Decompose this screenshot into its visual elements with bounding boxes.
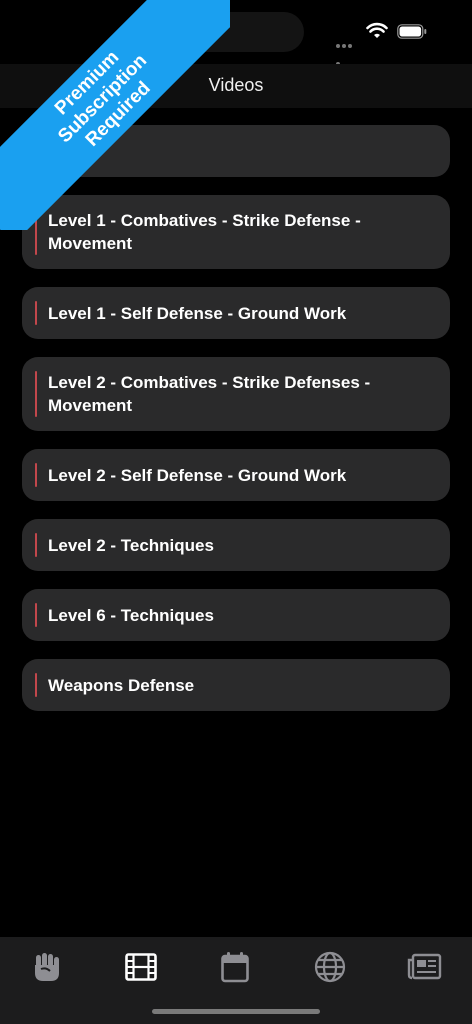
list-item[interactable]: Drills (22, 125, 450, 177)
list-item-label: Weapons Defense (48, 675, 195, 695)
page-title: Videos (208, 75, 264, 95)
list-item-label: Level 2 - Combatives - Strike Defenses -… (48, 373, 371, 415)
dynamic-island (168, 12, 304, 52)
list-item-label: Level 6 - Techniques (48, 605, 214, 625)
accent-bar (35, 371, 37, 417)
signal-icon (336, 35, 358, 66)
accent-bar (35, 533, 37, 557)
tab-calendar[interactable] (205, 947, 265, 987)
accent-bar (35, 603, 37, 627)
tab-fist[interactable] (17, 947, 77, 987)
wifi-icon (366, 22, 388, 38)
tab-news[interactable] (394, 947, 454, 987)
fist-icon (35, 953, 59, 981)
newspaper-icon (407, 953, 442, 980)
list-item-label: Level 2 - Techniques (48, 535, 214, 555)
list-item-label: Level 1 - Combatives - Strike Defense - … (48, 211, 361, 253)
film-icon (125, 953, 157, 981)
home-indicator (152, 1009, 320, 1014)
accent-bar (35, 463, 37, 487)
list-item-label: Drills (48, 141, 91, 161)
list-item[interactable]: Level 2 - Combatives - Strike Defenses -… (22, 357, 450, 431)
calendar-icon (221, 952, 249, 983)
list-item-label: Level 2 - Self Defense - Ground Work (48, 465, 347, 485)
accent-bar (35, 673, 37, 697)
video-category-list: Drills Level 1 - Combatives - Strike Def… (22, 125, 450, 729)
status-bar (0, 0, 472, 66)
globe-icon (314, 951, 346, 983)
list-item[interactable]: Level 2 - Techniques (22, 519, 450, 571)
accent-bar (35, 209, 37, 255)
battery-icon (397, 24, 427, 39)
list-item[interactable]: Level 1 - Self Defense - Ground Work (22, 287, 450, 339)
accent-bar (35, 301, 37, 325)
tab-globe[interactable] (300, 947, 360, 987)
navigation-bar: Videos (0, 64, 472, 108)
list-item-label: Level 1 - Self Defense - Ground Work (48, 303, 347, 323)
list-item[interactable]: Weapons Defense (22, 659, 450, 711)
list-item[interactable]: Level 1 - Combatives - Strike Defense - … (22, 195, 450, 269)
list-item[interactable]: Level 6 - Techniques (22, 589, 450, 641)
tab-videos[interactable] (111, 947, 171, 987)
list-item[interactable]: Level 2 - Self Defense - Ground Work (22, 449, 450, 501)
